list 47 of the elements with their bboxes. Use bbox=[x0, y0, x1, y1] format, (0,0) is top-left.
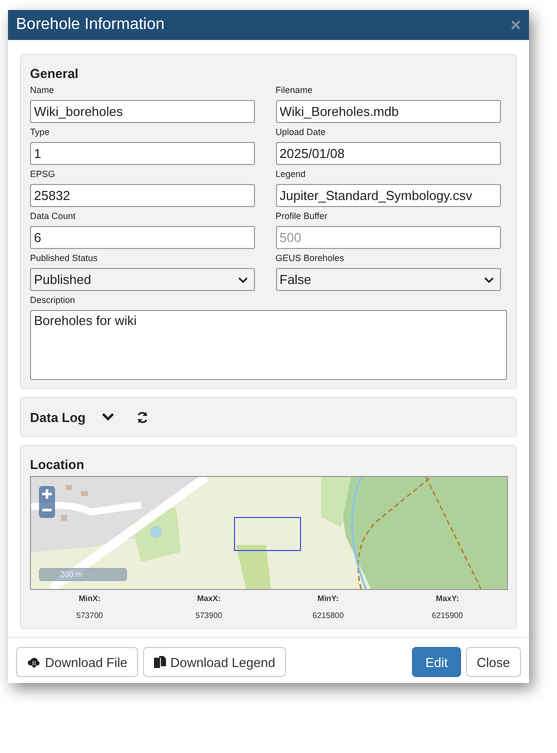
files-icon bbox=[154, 656, 166, 668]
field-label: Published Status bbox=[30, 253, 98, 263]
caret-icon bbox=[484, 276, 494, 282]
select-field[interactable]: Published bbox=[30, 268, 255, 291]
input-field[interactable]: 2025/01/08 bbox=[276, 142, 500, 165]
bound-label: MaxY: bbox=[436, 594, 459, 603]
caret-icon bbox=[238, 276, 248, 282]
field-label: Upload Date bbox=[276, 127, 326, 137]
field-label: Legend bbox=[276, 169, 306, 179]
field-label: Profile Buffer bbox=[276, 211, 328, 221]
input-field[interactable]: 6 bbox=[30, 226, 255, 249]
close-button[interactable]: Close bbox=[466, 647, 521, 677]
text-area[interactable]: Boreholes for wiki bbox=[30, 310, 507, 380]
input-field[interactable]: Jupiter_Standard_Symbology.csv bbox=[276, 184, 500, 207]
cloud-download-icon bbox=[27, 656, 41, 668]
bound-value: 6215800 bbox=[312, 611, 344, 620]
input-field[interactable]: 25832 bbox=[30, 184, 255, 207]
field-label: Description bbox=[30, 295, 76, 305]
refresh-icon[interactable] bbox=[136, 410, 149, 424]
bound-label: MinX: bbox=[78, 594, 101, 603]
zoom-in-icon[interactable] bbox=[39, 486, 55, 502]
section-title: Data Log bbox=[30, 410, 86, 424]
input-field[interactable]: Wiki_Boreholes.mdb bbox=[276, 100, 500, 123]
input-field[interactable]: 500 bbox=[276, 226, 500, 249]
download-file-button[interactable]: Download File bbox=[16, 647, 138, 677]
field-label: Type bbox=[30, 127, 50, 137]
input-field[interactable]: 1 bbox=[30, 142, 255, 165]
section-title: Location bbox=[30, 457, 84, 472]
window-title: Borehole Information bbox=[16, 16, 165, 34]
scale-bar: 200 m bbox=[39, 568, 127, 581]
input-field[interactable]: Wiki_boreholes bbox=[30, 100, 255, 123]
extent-rectangle bbox=[234, 517, 301, 551]
bound-label: MinY: bbox=[318, 594, 339, 603]
bound-label: MaxX: bbox=[197, 594, 221, 603]
edit-button[interactable]: Edit bbox=[412, 647, 461, 677]
field-label: Filename bbox=[276, 85, 313, 95]
chevron-icon[interactable] bbox=[102, 413, 114, 421]
section-title: General bbox=[30, 66, 78, 81]
field-label: Name bbox=[30, 85, 54, 95]
select-field[interactable]: False bbox=[276, 268, 500, 291]
bound-value: 573900 bbox=[196, 611, 222, 620]
field-label: GEUS Boreholes bbox=[276, 253, 344, 263]
download-legend-button[interactable]: Download Legend bbox=[143, 647, 286, 677]
bound-value: 573700 bbox=[76, 611, 103, 620]
field-label: EPSG bbox=[30, 169, 56, 179]
bound-value: 6215900 bbox=[432, 611, 463, 620]
field-label: Data Count bbox=[30, 211, 76, 221]
